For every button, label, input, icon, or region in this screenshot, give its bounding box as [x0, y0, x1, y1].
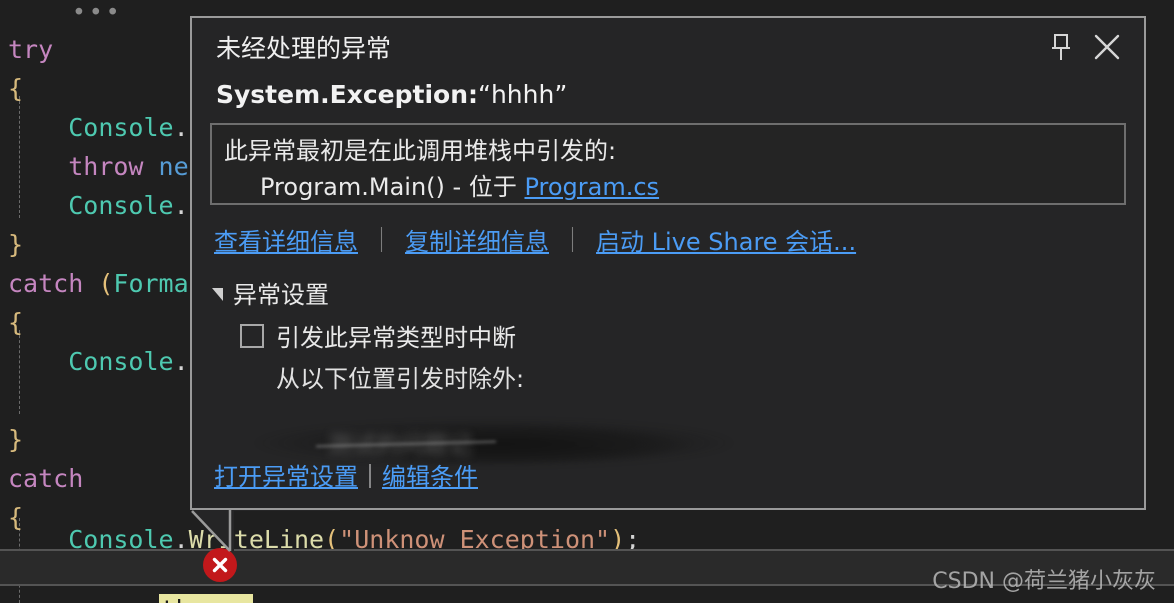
code-line-2-token-2: . — [173, 113, 189, 142]
popup-bottom-links: 打开异常设置｜编辑条件 — [214, 457, 478, 492]
code-line-5-token-0: } — [8, 230, 24, 259]
triangle-expanded-icon[interactable] — [212, 288, 223, 301]
stack-intro-text: 此异常最初是在此调用堆栈中引发的: — [224, 137, 617, 165]
popup-action-links: 查看详细信息 ｜ 复制详细信息 ｜ 启动 Live Share 会话... — [192, 205, 1144, 257]
pin-icon[interactable] — [1038, 24, 1084, 70]
popup-action-link-1[interactable]: 复制详细信息 — [405, 222, 549, 257]
code-line-9-token-0: } — [8, 425, 24, 454]
code-line-8-token-2: . — [173, 347, 189, 376]
bottom-separator: ｜ — [358, 463, 382, 491]
checkbox-unchecked-icon[interactable] — [240, 323, 264, 348]
exception-settings-section: 异常设置 引发此异常类型时中断 从以下位置引发时除外: — [192, 257, 1144, 394]
watermark: CSDN @荷兰猪小灰灰 — [932, 569, 1156, 594]
screen: ••• try { Console. throw ne Console.} catc… — [0, 0, 1174, 603]
popup-action-link-0[interactable]: 查看详细信息 — [214, 222, 358, 257]
collapsed-region-ellipsis[interactable]: ••• — [72, 2, 123, 25]
action-separator: ｜ — [560, 226, 586, 255]
close-icon[interactable] — [1084, 24, 1130, 70]
exception-helper-popup[interactable]: 未经处理的异常 System.Exception:“hhhh” 此异常最初是在此… — [190, 16, 1146, 510]
exception-headline: System.Exception:“hhhh” — [192, 76, 1144, 109]
code-line-7-token-0: { — [8, 308, 24, 337]
code-line-4-token-1: Console — [68, 191, 174, 220]
stack-frame-prefix: Program.Main() - 位于 — [260, 173, 525, 201]
popup-title: 未经处理的异常 — [216, 34, 392, 63]
code-line-1-token-0: { — [8, 74, 24, 103]
code-line-3-token-3: ne — [158, 152, 189, 181]
code-line-2-token-0 — [8, 113, 68, 142]
exception-settings-label: 异常设置 — [233, 281, 329, 309]
code-line-10-token-0: catch — [8, 464, 84, 493]
action-separator: ｜ — [369, 226, 395, 255]
code-line-6-token-0: catch — [8, 269, 84, 298]
code-line-6-token-2: ( — [98, 269, 114, 298]
break-on-throw-row[interactable]: 引发此异常类型时中断 — [206, 310, 1144, 353]
exception-settings-header[interactable]: 异常设置 — [206, 275, 1144, 310]
code-line-8-token-1: Console — [68, 347, 174, 376]
break-on-throw-label: 引发此异常类型时中断 — [276, 324, 516, 352]
code-line-2-token-1: Console — [68, 113, 174, 142]
error-circle-x-icon[interactable] — [203, 548, 237, 582]
popup-bottom-link-0[interactable]: 打开异常设置 — [214, 457, 358, 492]
exception-message: “hhhh” — [478, 80, 568, 109]
code-line-4-token-0 — [8, 191, 68, 220]
except-when-thrown-from-label: 从以下位置引发时除外: — [276, 365, 525, 393]
stack-trace-box: 此异常最初是在此调用堆栈中引发的: Program.Main() - 位于 Pr… — [210, 123, 1126, 205]
popup-bottom-link-1[interactable]: 编辑条件 — [382, 457, 478, 492]
code-line-8-token-0 — [8, 347, 68, 376]
code-line-3-token-0 — [8, 152, 68, 181]
code-line-0-token-0: try — [8, 35, 54, 64]
code-line-3-token-2 — [143, 152, 158, 181]
popup-action-link-2[interactable]: 启动 Live Share 会话... — [596, 222, 856, 257]
code-line-4-token-2: . — [173, 191, 189, 220]
popup-titlebar: 未经处理的异常 — [192, 18, 1144, 76]
code-line-6-token-1 — [83, 269, 98, 298]
code-line-3-token-1: throw — [68, 152, 144, 181]
code-line-6-token-3: Forma — [113, 269, 189, 298]
source-file-link[interactable]: Program.cs — [524, 173, 659, 201]
exception-type: System.Exception: — [216, 80, 478, 109]
stack-frame-line: Program.Main() - 位于 Program.cs — [224, 169, 1114, 205]
